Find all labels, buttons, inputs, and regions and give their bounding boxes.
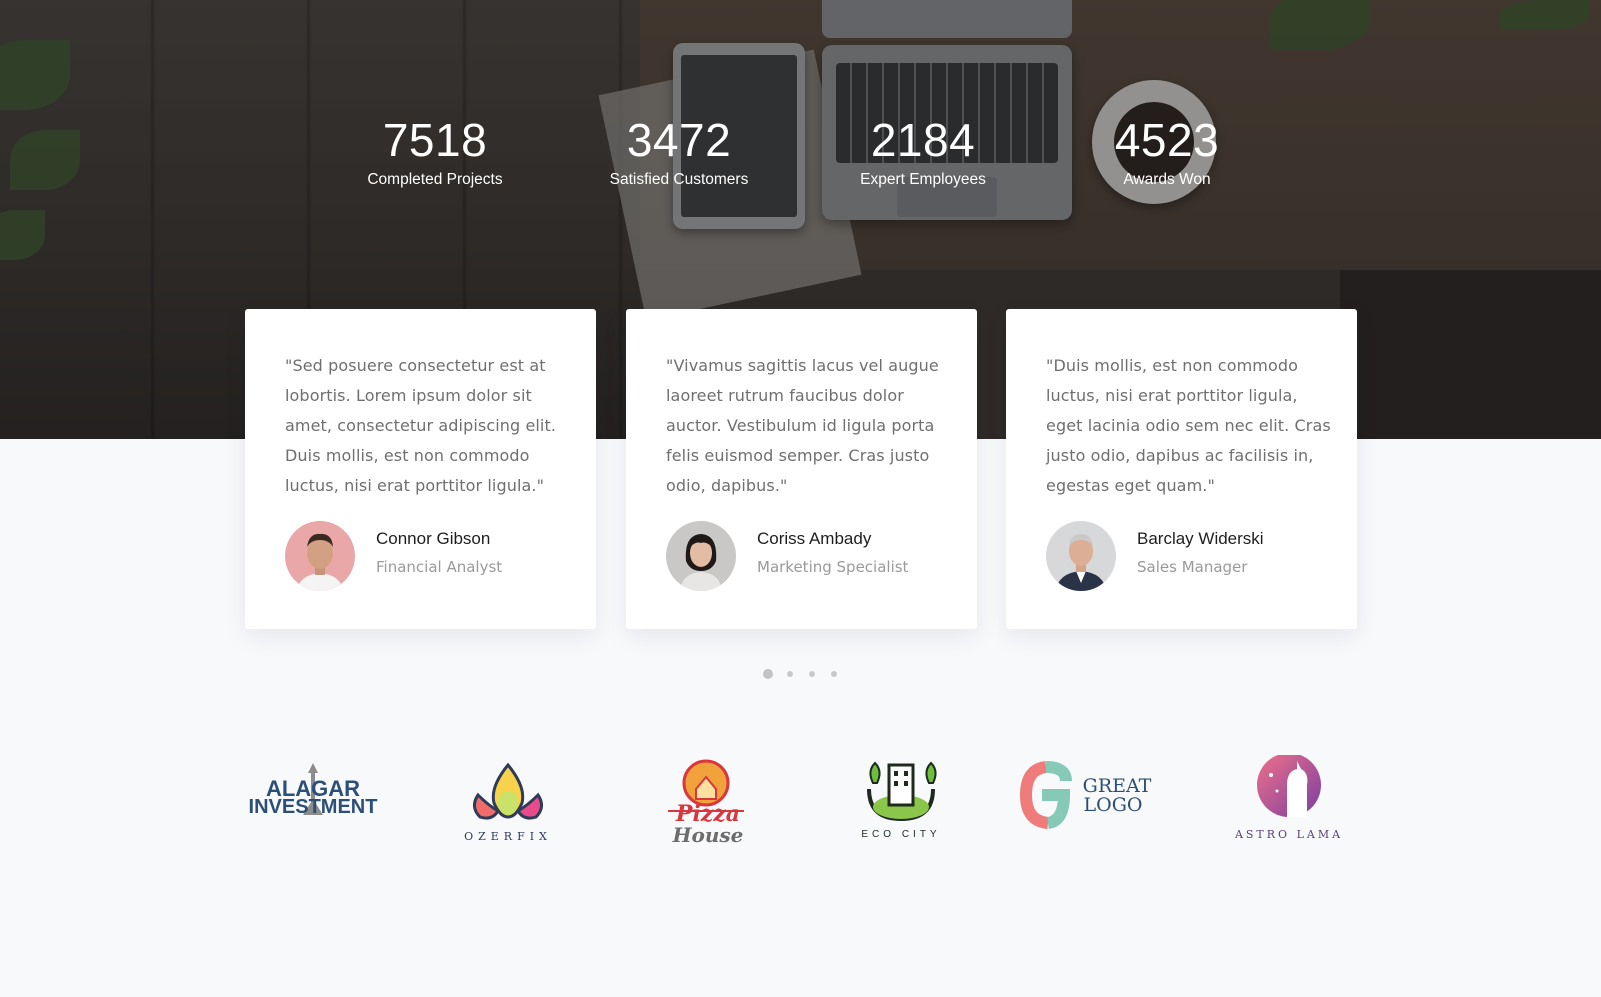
ozerfix-caption: OZERFIX bbox=[464, 830, 552, 843]
testimonial-author-role: Marketing Specialist bbox=[757, 558, 909, 576]
stat-awards-won: 4523 Awards Won bbox=[1057, 112, 1277, 190]
client-logo-eco-city[interactable]: ECO CITY bbox=[821, 755, 981, 865]
carousel-dot-3[interactable] bbox=[809, 671, 815, 677]
stat-completed-projects: 7518 Completed Projects bbox=[325, 112, 545, 190]
alagar-line2: INVESTMENT bbox=[249, 796, 378, 818]
stat-value: 4523 bbox=[1114, 114, 1220, 166]
great-logo-logo-icon: GREAT LOGO bbox=[1019, 761, 1152, 829]
testimonial-card: "Sed posuere consectetur est at lobortis… bbox=[245, 309, 596, 629]
pizza-line2: House bbox=[672, 823, 744, 847]
client-logo-great-logo[interactable]: GREAT LOGO bbox=[1012, 755, 1172, 865]
stat-label: Satisfied Customers bbox=[609, 171, 749, 188]
testimonial-author-name: Barclay Widerski bbox=[1137, 529, 1264, 548]
testimonial-quote: "Sed posuere consectetur est at lobortis… bbox=[285, 356, 557, 495]
great-line2: LOGO bbox=[1084, 794, 1143, 816]
testimonial-author-name: Connor Gibson bbox=[376, 529, 491, 548]
alagar-investment-logo-icon: ALAGAR INVESTMENT bbox=[249, 763, 378, 818]
client-logo-ozerfix[interactable]: OZERFIX bbox=[428, 755, 588, 865]
testimonial-quote: "Vivamus sagittis lacus vel augue laoree… bbox=[666, 356, 939, 495]
testimonial-card: "Duis mollis, est non commodo luctus, ni… bbox=[1006, 309, 1357, 629]
stat-value: 7518 bbox=[382, 114, 488, 166]
stat-label: Expert Employees bbox=[860, 171, 986, 188]
testimonial-author-role: Sales Manager bbox=[1137, 558, 1248, 576]
stat-label: Completed Projects bbox=[367, 171, 503, 188]
stat-satisfied-customers: 3472 Satisfied Customers bbox=[569, 112, 789, 190]
eco-city-caption: ECO CITY bbox=[861, 829, 940, 840]
carousel-pagination bbox=[0, 668, 1601, 682]
stat-expert-employees: 2184 Expert Employees bbox=[813, 112, 1033, 190]
avatar bbox=[1046, 521, 1116, 591]
stat-value: 2184 bbox=[870, 114, 976, 166]
avatar-coriss-image bbox=[666, 521, 736, 591]
carousel-dot-4[interactable] bbox=[831, 671, 837, 677]
client-logo-pizza-house[interactable]: Pizza House bbox=[626, 755, 786, 865]
avatar bbox=[285, 521, 355, 591]
carousel-dot-2[interactable] bbox=[787, 671, 793, 677]
avatar-connor-image bbox=[285, 521, 355, 591]
astro-lama-caption: ASTRO LAMA bbox=[1234, 828, 1343, 841]
eco-city-logo-icon: ECO CITY bbox=[861, 761, 940, 840]
stat-label: Awards Won bbox=[1123, 171, 1211, 188]
testimonial-card: "Vivamus sagittis lacus vel augue laoree… bbox=[626, 309, 977, 629]
avatar-barclay-image bbox=[1046, 521, 1116, 591]
avatar bbox=[666, 521, 736, 591]
astro-lama-logo-icon: ASTRO LAMA bbox=[1234, 753, 1343, 841]
testimonial-author-name: Coriss Ambady bbox=[757, 529, 872, 548]
pizza-house-logo-icon: Pizza House bbox=[668, 759, 744, 847]
client-logo-alagar-investment[interactable]: ALAGAR INVESTMENT bbox=[233, 755, 393, 865]
carousel-dot-1[interactable] bbox=[763, 669, 773, 679]
testimonial-author-role: Financial Analyst bbox=[376, 558, 503, 576]
client-logo-astro-lama[interactable]: ASTRO LAMA bbox=[1209, 753, 1369, 865]
stat-value: 3472 bbox=[626, 114, 732, 166]
testimonial-quote: "Duis mollis, est non commodo luctus, ni… bbox=[1046, 356, 1331, 495]
ozerfix-logo-icon: OZERFIX bbox=[464, 762, 552, 843]
